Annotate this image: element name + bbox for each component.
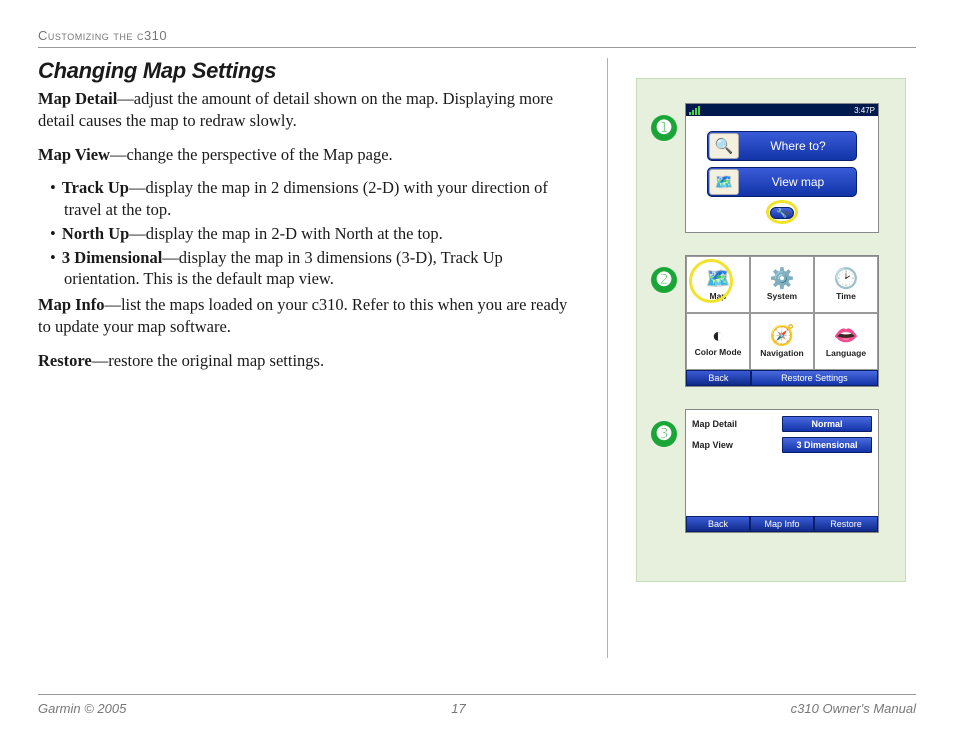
screenshots-sidebar: ➊ 3:47P 🔍 Where to?: [636, 78, 906, 582]
figure-row-1: ➊ 3:47P 🔍 Where to?: [651, 103, 891, 233]
map-icon: 🗺️: [709, 169, 739, 195]
para-map-info: Map Info—list the maps loaded on your c3…: [38, 294, 579, 338]
header-rule: [38, 47, 916, 48]
restore-button[interactable]: Restore: [814, 516, 878, 532]
magnifier-icon: 🔍: [709, 133, 739, 159]
map-view-value-button[interactable]: 3 Dimensional: [782, 437, 872, 453]
view-map-label: View map: [740, 175, 856, 189]
term-map-view: Map View: [38, 145, 110, 164]
text-map-view: —change the perspective of the Map page.: [110, 145, 393, 164]
footer-manual-title: c310 Owner's Manual: [791, 701, 916, 716]
term-map-detail: Map Detail: [38, 89, 117, 108]
status-bar: 3:47P: [686, 104, 878, 116]
status-time: 3:47P: [854, 106, 875, 115]
map-view-options-list: Track Up—display the map in 2 dimensions…: [38, 177, 579, 290]
brightness-icon[interactable]: ☀: [782, 207, 792, 220]
list-item-3d: 3 Dimensional—display the map in 3 dimen…: [64, 247, 579, 291]
step-badge-2: ➋: [651, 267, 677, 293]
settings-map-label: Map: [710, 291, 727, 301]
device-screenshot-1: 3:47P 🔍 Where to? 🗺️ View map: [685, 103, 879, 233]
settings-system-button[interactable]: ⚙️ System: [750, 256, 814, 313]
term-3d: 3 Dimensional: [62, 248, 162, 267]
language-icon: 👄: [834, 326, 859, 346]
text-map-info: —list the maps loaded on your c310. Refe…: [38, 295, 567, 336]
map-info-button[interactable]: Map Info: [750, 516, 814, 532]
step-badge-3: ➌: [651, 421, 677, 447]
color-mode-icon: ◐: [712, 326, 724, 346]
navigation-icon: 🧭: [770, 326, 795, 346]
section-title: Changing Map Settings: [38, 58, 579, 84]
map-detail-label: Map Detail: [692, 419, 737, 429]
device-screenshot-3: Map Detail Normal Map View 3 Dimensional…: [685, 409, 879, 533]
footer-page-number: 17: [451, 701, 465, 716]
settings-time-label: Time: [836, 291, 856, 301]
figure-row-2: ➋ 🗺️ Map ⚙️ System �: [651, 255, 891, 387]
term-trackup: Track Up: [62, 178, 129, 197]
restore-settings-button[interactable]: Restore Settings: [751, 370, 878, 386]
settings-system-label: System: [767, 291, 797, 301]
map-settings-icon: 🗺️: [706, 269, 731, 289]
settings-map-button[interactable]: 🗺️ Map: [686, 256, 750, 313]
text-trackup: —display the map in 2 dimensions (2-D) w…: [64, 178, 548, 219]
settings-lang-label: Language: [826, 348, 866, 358]
text-northup: —display the map in 2-D with North at th…: [129, 224, 442, 243]
footer-copyright: Garmin © 2005: [38, 701, 126, 716]
map-view-label: Map View: [692, 440, 733, 450]
settings-navigation-button[interactable]: 🧭 Navigation: [750, 313, 814, 370]
list-item-northup: North Up—display the map in 2-D with Nor…: [64, 223, 579, 245]
para-map-view: Map View—change the perspective of the M…: [38, 144, 579, 166]
gear-icon: ⚙️: [770, 269, 795, 289]
term-restore: Restore: [38, 351, 92, 370]
figure-row-3: ➌ Map Detail Normal Map View 3 Dimension…: [651, 409, 891, 533]
term-northup: North Up: [62, 224, 129, 243]
para-restore: Restore—restore the original map setting…: [38, 350, 579, 372]
page-footer: Garmin © 2005 17 c310 Owner's Manual: [38, 694, 916, 716]
running-head: Customizing the c310: [38, 28, 916, 43]
where-to-label: Where to?: [740, 139, 856, 153]
settings-nav-label: Navigation: [760, 348, 803, 358]
para-map-detail: Map Detail—adjust the amount of detail s…: [38, 88, 579, 132]
view-map-button[interactable]: 🗺️ View map: [707, 167, 857, 197]
text-restore: —restore the original map settings.: [92, 351, 324, 370]
settings-time-button[interactable]: 🕑 Time: [814, 256, 878, 313]
clock-icon: 🕑: [834, 269, 859, 289]
settings-language-button[interactable]: 👄 Language: [814, 313, 878, 370]
list-item-trackup: Track Up—display the map in 2 dimensions…: [64, 177, 579, 221]
term-map-info: Map Info: [38, 295, 104, 314]
map-detail-row: Map Detail Normal: [692, 416, 872, 432]
settings-color-label: Color Mode: [695, 348, 742, 357]
device-screenshot-2: 🗺️ Map ⚙️ System 🕑 Time: [685, 255, 879, 387]
back-button[interactable]: Back: [686, 516, 750, 532]
map-detail-value-button[interactable]: Normal: [782, 416, 872, 432]
column-divider: [607, 58, 608, 658]
step-badge-1: ➊: [651, 115, 677, 141]
map-view-row: Map View 3 Dimensional: [692, 437, 872, 453]
settings-color-button[interactable]: ◐ Color Mode: [686, 313, 750, 370]
satellite-signal-icon: [689, 106, 700, 115]
main-text-column: Changing Map Settings Map Detail—adjust …: [38, 58, 589, 658]
back-button[interactable]: Back: [686, 370, 751, 386]
where-to-button[interactable]: 🔍 Where to?: [707, 131, 857, 161]
